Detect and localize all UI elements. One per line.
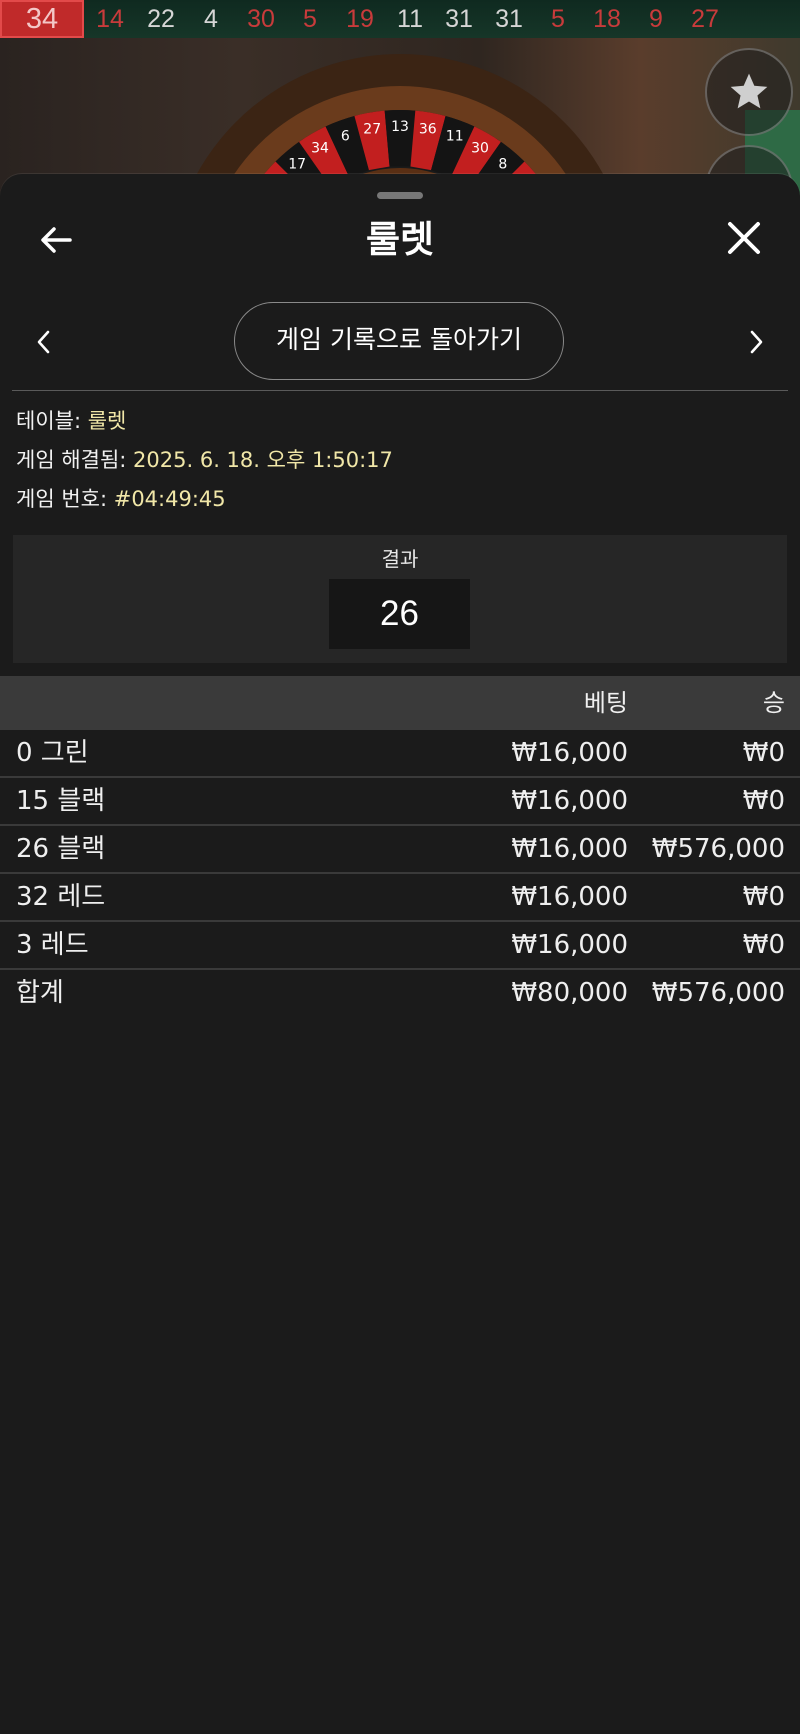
win-amount: ₩0 bbox=[742, 786, 785, 816]
result-label: 결과 bbox=[381, 547, 419, 571]
wheel-pocket-number: 11 bbox=[446, 129, 464, 145]
page-title: 룰렛 bbox=[365, 218, 435, 261]
bet-name: 15 블랙 bbox=[16, 786, 106, 816]
bet-row: 15 블랙 ₩16,000 ₩0 bbox=[0, 778, 800, 826]
resolved-info: 게임 해결됨: 2025. 6. 18. 오후 1:50:17 bbox=[16, 445, 393, 475]
bet-name: 32 레드 bbox=[16, 882, 106, 912]
win-amount: ₩0 bbox=[742, 738, 785, 768]
bet-column-header: 베팅 bbox=[583, 689, 628, 717]
wheel-pocket-number: 17 bbox=[288, 156, 306, 172]
history-number: 5 bbox=[303, 5, 317, 33]
close-icon[interactable] bbox=[724, 218, 764, 258]
history-number: 5 bbox=[551, 5, 565, 33]
bets-table: 베팅 승 0 그린 ₩16,000 ₩0 15 블랙 ₩16,000 ₩0 26 블랙 ₩16… bbox=[0, 676, 800, 1016]
total-win: ₩576,000 bbox=[651, 978, 785, 1008]
wheel-pocket-number: 13 bbox=[391, 119, 409, 135]
bet-row: 3 레드 ₩16,000 ₩0 bbox=[0, 922, 800, 970]
divider bbox=[12, 390, 788, 391]
bet-name: 26 블랙 bbox=[16, 834, 106, 864]
game-number-info: 게임 번호: #04:49:45 bbox=[16, 484, 226, 514]
wheel-pocket-number: 8 bbox=[498, 156, 507, 172]
favorite-button[interactable] bbox=[705, 48, 793, 136]
wheel-pocket-number: 27 bbox=[363, 121, 381, 137]
chevron-left-icon[interactable] bbox=[30, 324, 58, 360]
bet-name: 3 레드 bbox=[16, 930, 89, 960]
wheel-pocket-number: 34 bbox=[311, 140, 329, 156]
history-number: 30 bbox=[247, 5, 275, 33]
wheel-pocket-number: 36 bbox=[419, 121, 437, 137]
game-detail-sheet: 룰렛 게임 기록으로 돌아가기 테이블: 룰렛 게임 해결됨: 2025. 6.… bbox=[0, 174, 800, 1734]
table-value: 룰렛 bbox=[87, 409, 127, 433]
table-label: 테이블: bbox=[16, 409, 82, 433]
chevron-right-icon[interactable] bbox=[742, 324, 770, 360]
star-icon bbox=[730, 73, 768, 109]
wheel-pocket-number: 6 bbox=[341, 129, 350, 145]
resolved-value: 2025. 6. 18. 오후 1:50:17 bbox=[133, 448, 393, 472]
history-number: 19 bbox=[346, 5, 374, 33]
history-number: 9 bbox=[649, 5, 663, 33]
win-amount: ₩576,000 bbox=[651, 834, 785, 864]
win-amount: ₩0 bbox=[742, 930, 785, 960]
game-number-value: #04:49:45 bbox=[113, 487, 226, 511]
history-number: 27 bbox=[691, 5, 719, 33]
game-number-label: 게임 번호: bbox=[16, 487, 108, 511]
return-to-history-button[interactable]: 게임 기록으로 돌아가기 bbox=[234, 302, 564, 380]
history-number: 31 bbox=[495, 5, 523, 33]
total-bet: ₩80,000 bbox=[511, 978, 628, 1008]
resolved-label: 게임 해결됨: bbox=[16, 448, 127, 472]
history-number: 14 bbox=[96, 5, 124, 33]
history-number: 11 bbox=[397, 5, 423, 33]
result-history-strip: 34 14 22 4 30 5 19 11 31 31 5 18 9 27 bbox=[0, 0, 800, 38]
result-panel: 결과 26 bbox=[13, 535, 787, 663]
bet-amount: ₩16,000 bbox=[511, 882, 628, 912]
result-number: 26 bbox=[329, 579, 470, 649]
bet-row: 0 그린 ₩16,000 ₩0 bbox=[0, 730, 800, 778]
bet-row: 32 레드 ₩16,000 ₩0 bbox=[0, 874, 800, 922]
win-amount: ₩0 bbox=[742, 882, 785, 912]
game-background: 225173462713361130823105 341422430519113… bbox=[0, 0, 800, 200]
win-column-header: 승 bbox=[762, 689, 785, 717]
sheet-grabber[interactable] bbox=[377, 192, 423, 199]
total-row: 합계 ₩80,000 ₩576,000 bbox=[0, 970, 800, 1016]
latest-result-number: 34 bbox=[0, 0, 84, 38]
table-info: 테이블: 룰렛 bbox=[16, 406, 126, 436]
bet-amount: ₩16,000 bbox=[511, 930, 628, 960]
bet-name: 0 그린 bbox=[16, 738, 89, 768]
history-number: 4 bbox=[204, 5, 218, 33]
total-label: 합계 bbox=[16, 978, 64, 1008]
table-header: 베팅 승 bbox=[0, 676, 800, 730]
bet-amount: ₩16,000 bbox=[511, 834, 628, 864]
history-number: 18 bbox=[593, 5, 621, 33]
history-number: 22 bbox=[147, 5, 175, 33]
bet-amount: ₩16,000 bbox=[511, 738, 628, 768]
history-number: 31 bbox=[445, 5, 473, 33]
bet-row: 26 블랙 ₩16,000 ₩576,000 bbox=[0, 826, 800, 874]
wheel-pocket-number: 30 bbox=[471, 140, 489, 156]
bet-amount: ₩16,000 bbox=[511, 786, 628, 816]
